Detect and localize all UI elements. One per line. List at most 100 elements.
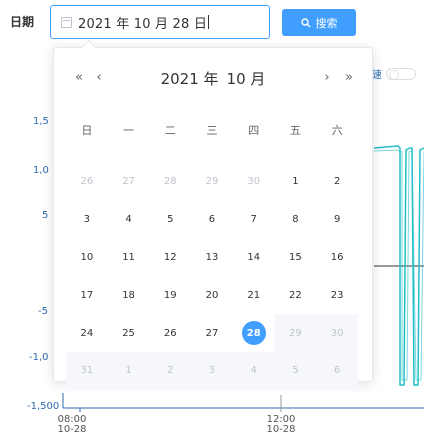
date-picker-header: « ‹ 2021 年 10 月 › » [54,68,372,92]
date-cell-label: 5 [292,365,299,377]
date-cell-label: 12 [163,251,177,263]
date-cell[interactable]: 22 [275,276,317,314]
date-cell-disabled: 1 [107,351,150,390]
date-cell-label: 28 [241,321,266,346]
date-cell[interactable]: 29 [191,163,233,201]
date-cell[interactable]: 27 [191,314,233,352]
x-tick-label: 08:00 10-28 [57,414,87,435]
date-cell-label: 4 [125,214,132,226]
date-cell-disabled: 2 [149,351,192,390]
date-cell[interactable]: 15 [275,239,317,277]
weekday-header: 日一二三四五六 [66,122,358,138]
date-cell-label: 6 [208,214,216,226]
date-cell-label: 26 [80,176,94,188]
date-cell[interactable]: 19 [149,276,191,314]
date-cell-label: 29 [205,176,219,188]
picker-year[interactable]: 2021 年 [161,70,219,88]
date-cell-label: 18 [122,289,135,301]
date-cell-label: 2 [333,176,341,188]
picker-month[interactable]: 10 月 [227,70,266,88]
date-picker-panel: « ‹ 2021 年 10 月 › » 日一二三四五六 26 27 28 29 30 1 2 3… [53,39,373,390]
date-cell[interactable]: 21 [233,276,275,314]
date-cell[interactable]: 30 [233,163,275,201]
date-cell-label: 5 [167,214,174,226]
date-cell-label: 30 [247,176,261,188]
date-grid: 26 27 28 29 30 1 2 3 4 5 6 7 8 9 10 11 12 13 14 15 16 17 18 19 2… [66,163,358,390]
date-cell-disabled: 4 [232,351,275,390]
date-cell-label: 20 [205,289,219,301]
date-cell-disabled: 30 [316,314,358,352]
date-cell-label: 2 [167,365,174,377]
date-cell-selected[interactable]: 28 [233,314,275,352]
weekday-label: 四 [248,124,260,137]
date-cell[interactable]: 23 [316,276,358,314]
date-cell[interactable]: 17 [66,276,108,314]
date-cell[interactable]: 4 [108,201,150,239]
date-cell-label: 14 [247,251,261,263]
date-cell-label: 3 [83,214,91,226]
date-cell[interactable]: 27 [108,163,150,201]
date-cell-label: 15 [289,251,302,263]
date-cell-label: 4 [250,365,257,377]
date-cell[interactable]: 26 [149,314,191,352]
date-cell-label: 7 [250,214,257,226]
date-cell-label: 9 [333,214,341,226]
next-month-button[interactable]: › [319,70,335,85]
date-cell-label: 27 [122,176,135,188]
date-cell[interactable]: 6 [191,201,233,239]
date-cell-label: 10 [80,251,94,263]
date-cell-label: 19 [163,289,177,301]
next-year-button[interactable]: » [341,70,357,85]
date-cell[interactable]: 13 [191,239,233,277]
date-cell-label: 13 [205,251,219,263]
date-cell-label: 23 [330,289,344,301]
date-cell[interactable]: 11 [108,239,150,277]
date-cell-label: 29 [289,327,302,339]
date-cell-label: 30 [330,327,344,339]
date-cell-label: 1 [125,365,132,377]
date-cell[interactable]: 2 [316,163,358,201]
weekday-label: 日 [81,124,93,137]
date-cell[interactable]: 7 [233,201,275,239]
date-cell-label: 28 [163,176,177,188]
date-cell[interactable]: 16 [316,239,358,277]
date-cell-disabled: 5 [274,351,317,390]
x-tick-label: 12:00 10-28 [266,414,296,435]
date-cell[interactable]: 10 [66,239,108,277]
date-cell[interactable]: 12 [149,239,191,277]
date-cell-disabled: 3 [191,351,233,390]
series-line-secondary [373,149,424,381]
date-cell-label: 27 [205,327,219,339]
date-cell-label: 22 [289,289,302,301]
date-cell[interactable]: 26 [66,163,108,201]
date-cell-label: 8 [292,214,299,226]
date-cell-disabled: 29 [274,314,317,352]
date-cell-label: 17 [80,289,94,301]
date-cell[interactable]: 28 [149,163,191,201]
weekday-label: 三 [206,124,218,137]
date-cell-label: 26 [163,327,177,339]
date-cell-label: 21 [247,289,261,301]
date-cell[interactable]: 3 [66,201,108,239]
date-cell-label: 24 [80,327,94,339]
date-cell-label: 6 [333,365,341,377]
date-cell[interactable]: 9 [316,201,358,239]
date-cell[interactable]: 20 [191,276,233,314]
date-cell-disabled: 6 [316,351,358,390]
date-cell-label: 11 [122,251,135,263]
date-cell-label: 31 [80,365,94,377]
date-cell-label: 16 [330,251,344,263]
date-cell-disabled: 31 [66,351,108,390]
weekday-label: 五 [289,124,301,137]
date-cell[interactable]: 8 [275,201,317,239]
date-cell[interactable]: 25 [108,314,150,352]
date-cell[interactable]: 1 [275,163,317,201]
date-cell-label: 3 [208,365,216,377]
date-cell[interactable]: 5 [149,201,191,239]
weekday-label: 二 [164,124,176,137]
date-cell[interactable]: 18 [108,276,150,314]
date-cell[interactable]: 14 [233,239,275,277]
weekday-label: 一 [123,124,135,137]
date-cell[interactable]: 24 [66,314,108,352]
date-cell-label: 25 [122,327,135,339]
